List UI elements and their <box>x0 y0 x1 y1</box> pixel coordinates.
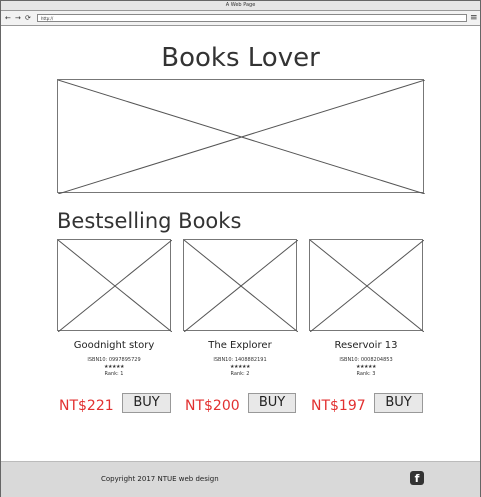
copyright-text: Copyright 2017 NTUE web design <box>101 475 219 483</box>
browser-window: A Web Page ← → ⟳ http:// ≡ Books Lover B… <box>0 0 481 497</box>
image-placeholder-cross <box>58 240 172 332</box>
book-rank: Rank: 2 <box>230 371 250 377</box>
book-cover-placeholder[interactable] <box>309 239 424 332</box>
book-price: NT$200 <box>185 398 240 414</box>
book-rank: Rank: 3 <box>356 371 376 377</box>
book-price: NT$197 <box>311 398 366 414</box>
buy-button[interactable]: BUY <box>248 393 296 413</box>
forward-icon[interactable]: → <box>15 13 21 23</box>
book-isbn: ISBN10: 0997895729 <box>87 357 141 363</box>
page-title: Books Lover <box>161 43 320 73</box>
book-title[interactable]: The Explorer <box>183 340 297 352</box>
page-footer: Copyright 2017 NTUE web design f <box>1 461 480 497</box>
menu-icon[interactable]: ≡ <box>470 13 478 23</box>
rating-stars-icon: ★★★★★ <box>356 364 376 370</box>
browser-toolbar: ← → ⟳ http:// ≡ <box>1 11 480 26</box>
url-bar[interactable]: http:// <box>37 14 467 22</box>
back-icon[interactable]: ← <box>5 13 11 23</box>
facebook-icon[interactable]: f <box>410 471 424 485</box>
book-title[interactable]: Goodnight story <box>57 340 171 352</box>
book-cover-placeholder[interactable] <box>57 239 172 332</box>
book-isbn: ISBN10: 0008204853 <box>339 357 393 363</box>
buy-button[interactable]: BUY <box>122 393 171 413</box>
book-rank: Rank: 1 <box>104 371 124 377</box>
book-cover-placeholder[interactable] <box>183 239 298 332</box>
book-title[interactable]: Reservoir 13 <box>309 340 423 352</box>
section-title: Bestselling Books <box>57 209 242 233</box>
book-price: NT$221 <box>59 398 114 414</box>
refresh-icon[interactable]: ⟳ <box>25 13 31 23</box>
buy-button[interactable]: BUY <box>374 393 423 413</box>
rating-stars-icon: ★★★★★ <box>104 364 124 370</box>
image-placeholder-cross <box>184 240 298 332</box>
image-placeholder-cross <box>58 80 425 194</box>
book-isbn: ISBN10: 1408882191 <box>213 357 267 363</box>
window-titlebar: A Web Page <box>1 1 480 11</box>
rating-stars-icon: ★★★★★ <box>230 364 250 370</box>
hero-image-placeholder <box>57 79 425 194</box>
image-placeholder-cross <box>310 240 424 332</box>
